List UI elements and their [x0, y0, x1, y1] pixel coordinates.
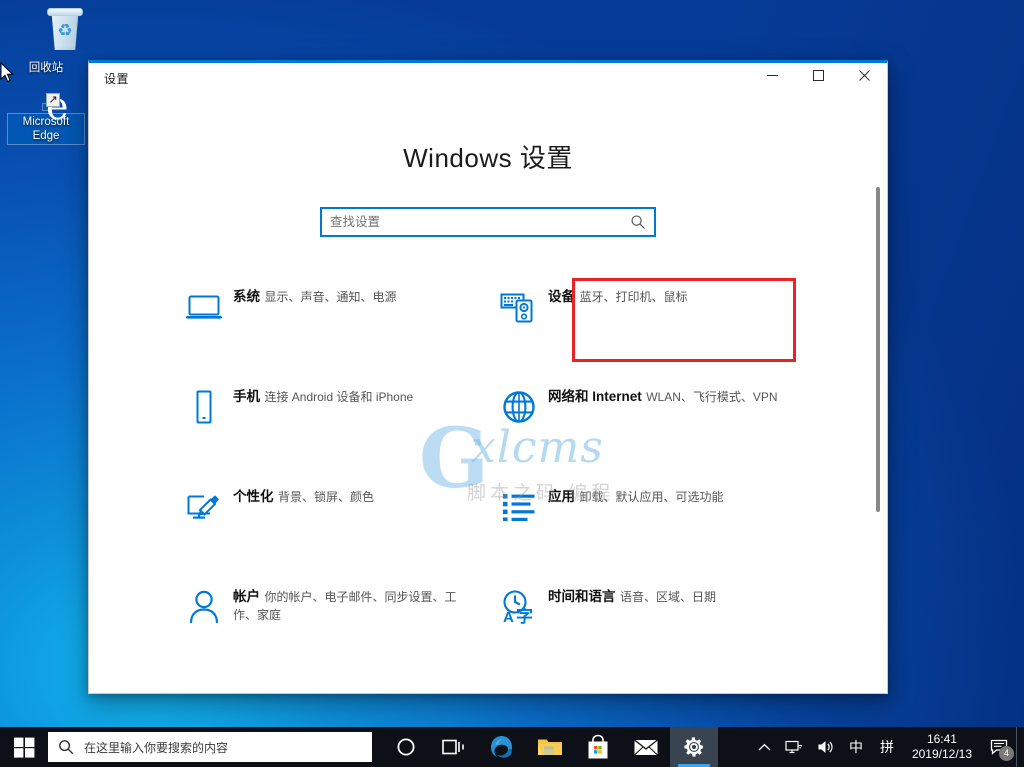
tray-show-hidden-icons-button[interactable] — [751, 727, 778, 767]
network-monitor-icon — [785, 740, 803, 754]
tile-desc: WLAN、飞行模式、VPN — [646, 390, 778, 404]
store-bag-icon — [588, 734, 608, 759]
mouse-cursor — [0, 62, 14, 83]
clock-time: 16:41 — [926, 732, 957, 746]
maximize-icon — [812, 70, 824, 81]
brush-icon — [181, 487, 227, 527]
tray-network-button[interactable] — [778, 727, 810, 767]
folder-icon — [538, 739, 562, 755]
tile-name: 应用 — [548, 489, 575, 504]
window-title: 设置 — [104, 71, 130, 86]
taskbar-mail-button[interactable] — [622, 727, 670, 767]
maximize-button[interactable] — [795, 63, 841, 91]
settings-tile-grid: 系统 显示、声音、通知、电源 设备 蓝牙、打印机、鼠标 手机 连接 Androi… — [173, 277, 803, 635]
page-title: Windows 设置 — [403, 143, 573, 173]
tile-desc: 语音、区域、日期 — [619, 590, 716, 604]
close-icon — [858, 70, 870, 81]
settings-content: G xlcms 脚本之码 编程 Windows 设置 查找设置 系统 显示、声音… — [89, 138, 887, 693]
minimize-button[interactable] — [749, 63, 795, 91]
recycle-bin-icon: ♻ — [22, 8, 83, 56]
settings-tile-accounts[interactable]: 帐户 你的帐户、电子邮件、同步设置、工作、家庭 — [173, 577, 488, 635]
minimize-icon — [766, 75, 778, 76]
settings-tile-network[interactable]: 网络和 Internet WLAN、飞行模式、VPN — [488, 377, 803, 435]
speaker-icon — [818, 741, 833, 753]
gear-icon — [684, 737, 703, 757]
settings-tile-phone[interactable]: 手机 连接 Android 设备和 iPhone — [173, 377, 488, 435]
taskbar-edge-button[interactable] — [478, 727, 526, 767]
tile-name: 手机 — [233, 389, 260, 404]
settings-tile-time-language[interactable]: A 字 时间和语言 语音、区域、日期 — [488, 577, 803, 635]
tray-clock[interactable]: 16:41 2019/12/13 — [904, 727, 982, 767]
edge-icon: ↗ — [42, 93, 60, 111]
scrollbar-thumb[interactable] — [876, 187, 880, 512]
taskbar-search-placeholder: 在这里输入你要搜索的内容 — [84, 740, 229, 755]
desktop-icon-recycle-bin[interactable]: ♻ 回收站 — [8, 8, 84, 76]
tile-desc: 卸载、默认应用、可选功能 — [579, 490, 724, 504]
tile-name: 设备 — [548, 289, 575, 304]
monitor-icon — [181, 287, 227, 327]
tile-desc: 蓝牙、打印机、鼠标 — [579, 290, 688, 304]
start-button[interactable] — [0, 727, 48, 767]
window-controls — [749, 63, 887, 91]
edge-icon — [491, 736, 512, 758]
tile-name: 网络和 Internet — [548, 389, 642, 404]
svg-text:字: 字 — [516, 606, 533, 624]
action-center-button[interactable]: 4 — [982, 727, 1016, 767]
tile-desc: 背景、锁屏、颜色 — [277, 490, 374, 504]
phone-icon — [181, 387, 227, 427]
mail-envelope-icon — [634, 739, 658, 756]
notification-badge: 4 — [999, 746, 1014, 761]
tray-ime-pinyin[interactable]: 拼 — [870, 727, 904, 767]
desktop-icon-microsoft-edge[interactable]: ↗ Microsoft Edge — [7, 93, 85, 145]
windows-logo-icon — [13, 737, 34, 758]
settings-tile-personalization[interactable]: 个性化 背景、锁屏、颜色 — [173, 477, 488, 535]
taskbar-icons — [382, 727, 718, 767]
settings-search-wrap — [320, 207, 656, 237]
desktop-icon-label: 回收站 — [28, 62, 64, 74]
settings-tile-system[interactable]: 系统 显示、声音、通知、电源 — [173, 277, 488, 335]
tile-name: 系统 — [233, 289, 260, 304]
clock-date: 2019/12/13 — [911, 747, 972, 761]
chevron-up-icon — [758, 743, 771, 750]
tile-desc: 你的帐户、电子邮件、同步设置、工作、家庭 — [233, 590, 457, 622]
taskbar-microsoft-store-button[interactable] — [574, 727, 622, 767]
taskbar-cortana-button[interactable] — [382, 727, 430, 767]
search-input[interactable] — [330, 209, 630, 235]
taskbar-settings-button[interactable] — [670, 727, 718, 767]
taskbar-task-view-button[interactable] — [430, 727, 478, 767]
tile-name: 时间和语言 — [548, 589, 616, 604]
svg-text:A: A — [503, 609, 514, 624]
tile-name: 个性化 — [233, 489, 274, 504]
settings-tile-apps[interactable]: 应用 卸载、默认应用、可选功能 — [488, 477, 803, 535]
settings-window[interactable]: 设置 G xlcms 脚本之码 编程 Windows 设置 查找设置 系统 显示… — [88, 60, 888, 694]
clock-language-icon: A 字 — [496, 587, 542, 627]
tile-desc: 连接 Android 设备和 iPhone — [264, 390, 414, 404]
task-view-icon — [442, 739, 464, 755]
cortana-circle-icon — [397, 738, 415, 756]
tile-desc: 显示、声音、通知、电源 — [264, 290, 397, 304]
system-tray: 中 拼 16:41 2019/12/13 4 — [751, 727, 1024, 767]
search-icon[interactable] — [630, 214, 646, 230]
tray-ime-mode[interactable]: 中 — [842, 727, 870, 767]
devices-icon — [496, 287, 542, 327]
taskbar-search-box[interactable]: 在这里输入你要搜索的内容 — [48, 732, 372, 762]
tray-volume-button[interactable] — [810, 727, 842, 767]
settings-search-box[interactable] — [320, 207, 656, 237]
globe-icon — [496, 387, 542, 427]
settings-scrollbar[interactable] — [872, 187, 884, 693]
taskbar-file-explorer-button[interactable] — [526, 727, 574, 767]
tile-name: 帐户 — [233, 589, 260, 604]
settings-tile-devices[interactable]: 设备 蓝牙、打印机、鼠标 — [488, 277, 803, 335]
close-button[interactable] — [841, 63, 887, 91]
taskbar: 在这里输入你要搜索的内容 中 拼 16:41 2019/12/13 4 — [0, 727, 1024, 767]
list-icon — [496, 487, 542, 527]
window-titlebar[interactable]: 设置 — [89, 63, 887, 93]
person-icon — [181, 587, 227, 627]
search-icon — [59, 740, 74, 755]
show-desktop-button[interactable] — [1016, 727, 1024, 767]
